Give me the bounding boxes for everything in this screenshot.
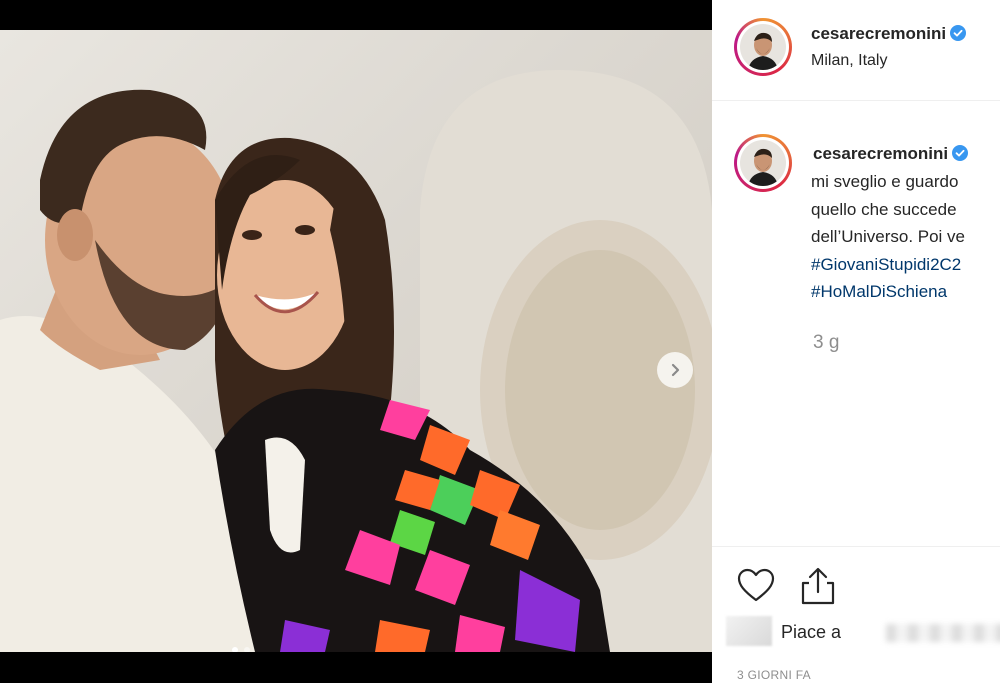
avatar-image	[740, 140, 786, 186]
verified-badge-icon	[950, 25, 967, 41]
caption-username-text[interactable]: cesarecremonini	[813, 144, 948, 163]
verified-badge-icon	[952, 145, 969, 161]
caption-line: quello che succede	[811, 199, 957, 219]
carousel-dot-active	[232, 647, 238, 652]
post-header: cesarecremonini Milan, Italy	[712, 0, 1000, 101]
author-username[interactable]: cesarecremonini	[811, 24, 967, 44]
caption-age: 3 g	[813, 332, 840, 353]
post-caption: mi sveglio e guardo quello che succede d…	[811, 168, 1000, 306]
post-media-area	[0, 0, 712, 683]
liker-avatar[interactable]	[726, 616, 772, 646]
author-username-text[interactable]: cesarecremonini	[811, 24, 946, 43]
post-side-panel: cesarecremonini Milan, Italy cesarecremo…	[712, 0, 1000, 683]
like-button[interactable]	[736, 566, 776, 606]
likes-text[interactable]: Piace a	[781, 622, 841, 643]
caption-username[interactable]: cesarecremonini	[813, 144, 969, 164]
actions-divider	[712, 546, 1000, 547]
hashtag-link[interactable]: #HoMalDiSchiena	[811, 278, 1000, 306]
caption-author-avatar[interactable]	[734, 134, 792, 192]
post-photo[interactable]	[0, 30, 712, 652]
carousel-indicator	[232, 647, 250, 652]
caption-line: mi sveglio e guardo	[811, 172, 959, 191]
share-button[interactable]	[799, 566, 837, 606]
chevron-right-icon	[671, 363, 680, 377]
share-icon	[801, 567, 835, 605]
likes-names-redacted	[886, 624, 1000, 642]
post-timestamp[interactable]: 3 GIORNI FA	[737, 668, 811, 682]
hashtag-link[interactable]: #GiovaniStupidi2C2	[811, 251, 1000, 279]
author-avatar[interactable]	[734, 18, 792, 76]
avatar-image	[740, 24, 786, 70]
caption-line: dell’Universo. Poi ve	[811, 227, 966, 246]
likes-summary[interactable]: Piace a	[726, 612, 1000, 660]
heart-icon	[737, 568, 775, 602]
post-location[interactable]: Milan, Italy	[811, 52, 887, 70]
photo-illustration	[0, 70, 712, 652]
next-image-button[interactable]	[657, 352, 693, 388]
carousel-dot	[244, 647, 250, 652]
